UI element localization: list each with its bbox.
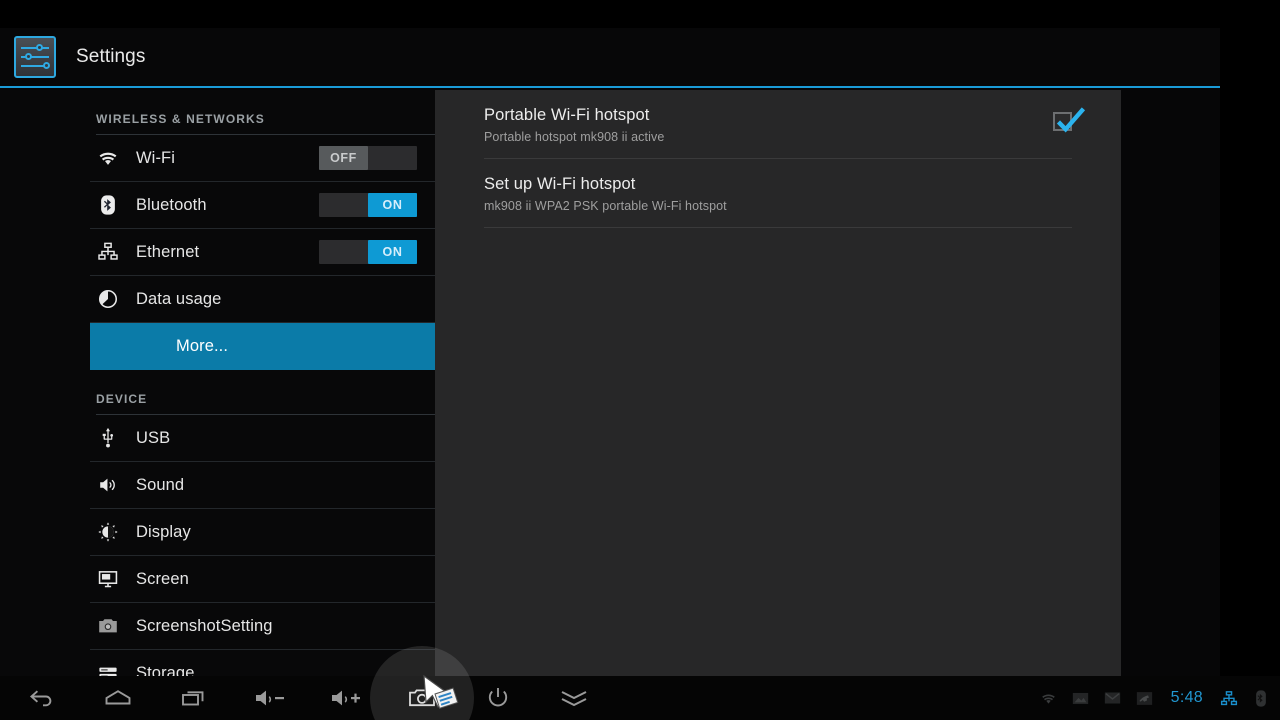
screen: Settings WIRELESS & NETWORKS Wi-Fi OFF B…	[0, 0, 1280, 720]
sidebar-item-more[interactable]: More...	[90, 323, 435, 370]
portable-hotspot-checkbox[interactable]	[1053, 107, 1085, 133]
action-bar: Settings	[0, 28, 1220, 88]
sidebar-item-label: Sound	[136, 475, 185, 494]
content-right-filler	[1121, 90, 1220, 676]
section-header-device: DEVICE	[96, 370, 435, 415]
sidebar-item-label: USB	[136, 428, 171, 447]
sidebar-item-usb[interactable]: USB	[90, 415, 435, 462]
back-button[interactable]	[4, 676, 80, 720]
hide-navbar-button[interactable]	[536, 676, 612, 720]
camera-icon	[96, 614, 120, 638]
sidebar-item-display[interactable]: Display	[90, 509, 435, 556]
sidebar-item-ethernet[interactable]: Ethernet ON	[90, 229, 435, 276]
call-status-icon[interactable]	[1136, 689, 1154, 707]
bluetooth-toggle[interactable]: ON	[319, 193, 417, 217]
bluetooth-toggle-label: ON	[368, 193, 417, 217]
bluetooth-icon	[96, 193, 120, 217]
sidebar-item-bluetooth[interactable]: Bluetooth ON	[90, 182, 435, 229]
sidebar-item-label: Bluetooth	[136, 195, 207, 214]
section-header-wireless: WIRELESS & NETWORKS	[96, 90, 435, 135]
nav-button-group	[4, 676, 612, 720]
wifi-icon	[96, 146, 120, 170]
sidebar-item-label: Ethernet	[136, 242, 200, 261]
sidebar-item-wifi[interactable]: Wi-Fi OFF	[90, 135, 435, 182]
sidebar-item-sound[interactable]: Sound	[90, 462, 435, 509]
wifi-status-icon[interactable]	[1040, 689, 1058, 707]
sidebar-item-label: More...	[176, 336, 229, 355]
image-status-icon[interactable]	[1072, 689, 1090, 707]
item-summary: mk908 ii WPA2 PSK portable Wi-Fi hotspot	[484, 199, 727, 213]
status-clock: 5:48	[1170, 689, 1203, 706]
bluetooth-status-icon[interactable]	[1252, 689, 1270, 707]
system-navigation-bar: 5:48	[0, 674, 1280, 720]
display-icon	[96, 520, 120, 544]
home-button[interactable]	[80, 676, 156, 720]
home-icon	[103, 686, 133, 710]
ethernet-toggle-label: ON	[368, 240, 417, 264]
ethernet-toggle[interactable]: ON	[319, 240, 417, 264]
sidebar-item-label: Display	[136, 522, 191, 541]
sidebar-item-screen[interactable]: Screen	[90, 556, 435, 603]
sidebar-item-screenshot-setting[interactable]: ScreenshotSetting	[90, 603, 435, 650]
sidebar-item-data-usage[interactable]: Data usage	[90, 276, 435, 323]
sidebar-item-label: ScreenshotSetting	[136, 616, 273, 635]
sidebar-item-label: Screen	[136, 569, 189, 588]
item-title: Portable Wi-Fi hotspot	[484, 106, 650, 124]
sidebar-item-label: Wi-Fi	[136, 148, 175, 167]
mail-status-icon[interactable]	[1104, 689, 1122, 707]
recents-icon	[180, 686, 208, 710]
screen-icon	[96, 567, 120, 591]
usb-icon	[96, 426, 120, 450]
ethernet-icon	[96, 240, 120, 264]
camera-icon	[407, 686, 437, 710]
sidebar-item-label: Data usage	[136, 289, 222, 308]
page-title: Settings	[76, 46, 146, 67]
settings-content-panel: Portable Wi-Fi hotspot Portable hotspot …	[435, 90, 1121, 676]
wifi-toggle[interactable]: OFF	[319, 146, 417, 170]
power-icon	[485, 685, 511, 711]
back-arrow-icon	[28, 686, 56, 710]
volume-down-button[interactable]	[232, 676, 308, 720]
screenshot-button[interactable]	[384, 676, 460, 720]
ethernet-status-icon[interactable]	[1220, 689, 1238, 707]
settings-sidebar[interactable]: WIRELESS & NETWORKS Wi-Fi OFF Bluetooth …	[0, 90, 435, 676]
settings-sliders-icon	[14, 36, 56, 78]
status-icon-area: 5:48	[1040, 676, 1270, 720]
storage-icon	[96, 661, 120, 676]
portable-wifi-hotspot-row[interactable]: Portable Wi-Fi hotspot Portable hotspot …	[484, 90, 1085, 159]
volume-down-icon	[253, 686, 287, 710]
sound-icon	[96, 473, 120, 497]
item-title: Set up Wi-Fi hotspot	[484, 175, 636, 193]
recents-button[interactable]	[156, 676, 232, 720]
data-usage-icon	[96, 287, 120, 311]
item-summary: Portable hotspot mk908 ii active	[484, 130, 665, 144]
chevron-double-down-icon	[558, 686, 590, 710]
settings-app-window: Settings WIRELESS & NETWORKS Wi-Fi OFF B…	[0, 28, 1220, 676]
wifi-toggle-label: OFF	[319, 146, 368, 170]
volume-up-icon	[329, 686, 363, 710]
sidebar-item-label: Storage	[136, 663, 195, 677]
empty-icon-slot	[96, 334, 120, 358]
set-up-wifi-hotspot-row[interactable]: Set up Wi-Fi hotspot mk908 ii WPA2 PSK p…	[484, 159, 1072, 228]
power-button[interactable]	[460, 676, 536, 720]
